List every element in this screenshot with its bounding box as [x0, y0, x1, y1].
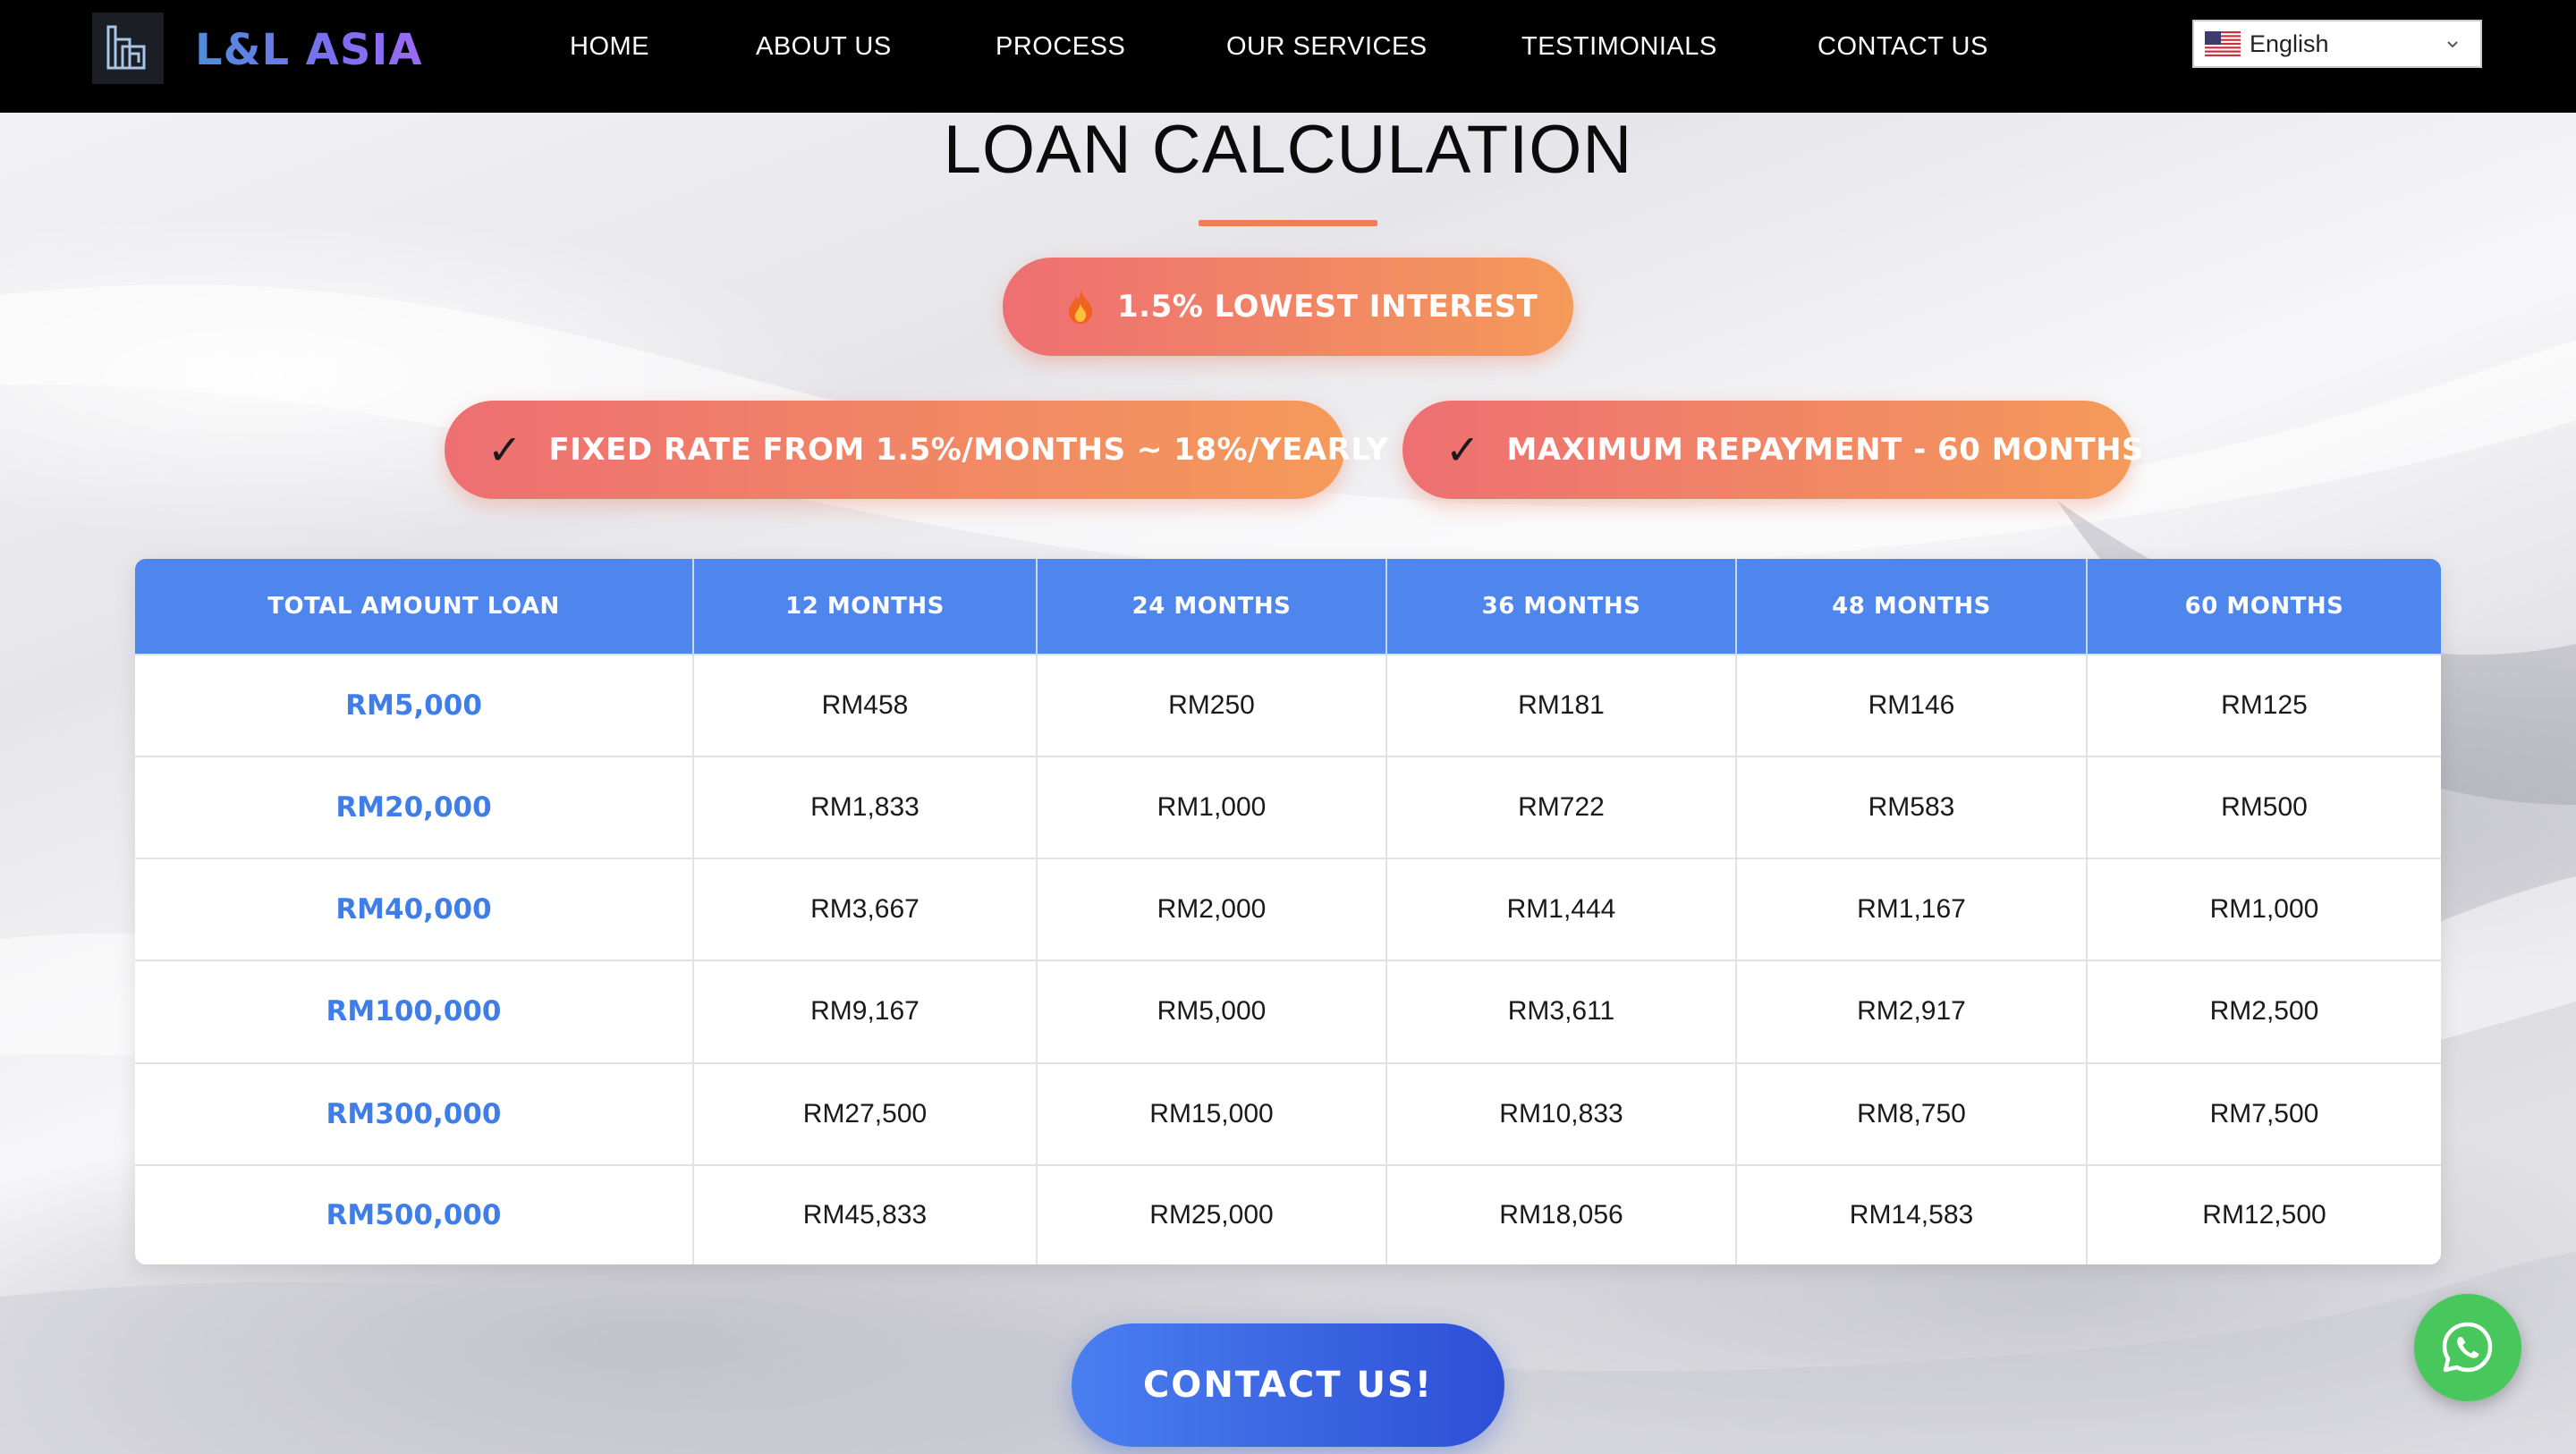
nav-home[interactable]: HOME: [570, 32, 649, 62]
nav-process[interactable]: PROCESS: [996, 32, 1125, 62]
language-select[interactable]: English: [2192, 20, 2482, 68]
table-cell: RM181: [1386, 653, 1737, 757]
lowest-interest-label: 1.5% LOWEST INTEREST: [1117, 289, 1538, 325]
table-cell: RM2,917: [1736, 959, 2088, 1063]
chevron-down-icon: [2445, 36, 2461, 55]
title-divider: [1199, 220, 1377, 226]
header-total-amount: TOTAL AMOUNT LOAN: [135, 559, 694, 655]
loan-amount-cell: RM40,000: [135, 858, 694, 961]
table-cell: RM14,583: [1736, 1163, 2088, 1264]
table-row: RM5,000 RM458 RM250 RM181 RM146 RM125: [135, 653, 2441, 757]
max-repayment-badge: ✓ MAXIMUM REPAYMENT - 60 MONTHS: [1402, 401, 2144, 499]
check-icon: ✓: [487, 426, 522, 474]
nav-contact-us[interactable]: CONTACT US: [1818, 32, 1988, 62]
table-cell: RM45,833: [693, 1163, 1038, 1264]
loan-amount-cell: RM300,000: [135, 1061, 694, 1165]
table-cell: RM1,444: [1386, 858, 1737, 961]
loan-amount-cell: RM5,000: [135, 653, 694, 757]
page-title: LOAN CALCULATION: [943, 112, 1633, 188]
language-selected: English: [2250, 30, 2329, 57]
loan-amount-cell: RM100,000: [135, 959, 694, 1063]
table-cell: RM27,500: [693, 1061, 1038, 1165]
loan-amount-cell: RM500,000: [135, 1163, 694, 1264]
loan-table: TOTAL AMOUNT LOAN 12 MONTHS 24 MONTHS 36…: [135, 559, 2441, 1264]
table-cell: RM2,000: [1037, 858, 1387, 961]
lowest-interest-badge: 1.5% LOWEST INTEREST: [1003, 258, 1573, 356]
nav-about-us[interactable]: ABOUT US: [756, 32, 892, 62]
header-24-months: 24 MONTHS: [1037, 559, 1387, 655]
table-cell: RM25,000: [1037, 1163, 1387, 1264]
table-cell: RM250: [1037, 653, 1387, 757]
table-cell: RM500: [2087, 756, 2441, 859]
table-cell: RM18,056: [1386, 1163, 1737, 1264]
whatsapp-button[interactable]: [2414, 1294, 2521, 1401]
table-cell: RM3,667: [693, 858, 1038, 961]
table-cell: RM15,000: [1037, 1061, 1387, 1165]
nav-testimonials[interactable]: TESTIMONIALS: [1521, 32, 1717, 62]
contact-us-button[interactable]: CONTACT US!: [1072, 1323, 1504, 1447]
table-cell: RM8,750: [1736, 1061, 2088, 1165]
table-cell: RM1,833: [693, 756, 1038, 859]
table-header-row: TOTAL AMOUNT LOAN 12 MONTHS 24 MONTHS 36…: [135, 559, 2441, 655]
header-12-months: 12 MONTHS: [693, 559, 1038, 655]
table-cell: RM583: [1736, 756, 2088, 859]
brand-name[interactable]: L&L ASIA: [195, 25, 422, 75]
table-cell: RM10,833: [1386, 1061, 1737, 1165]
table-cell: RM458: [693, 653, 1038, 757]
loan-amount-cell: RM20,000: [135, 756, 694, 859]
fixed-rate-badge: ✓ FIXED RATE FROM 1.5%/MONTHS ~ 18%/YEAR…: [445, 401, 1388, 499]
us-flag-icon: [2205, 31, 2241, 56]
header-48-months: 48 MONTHS: [1736, 559, 2088, 655]
table-cell: RM3,611: [1386, 959, 1737, 1063]
table-cell: RM12,500: [2087, 1163, 2441, 1264]
table-cell: RM2,500: [2087, 959, 2441, 1063]
fixed-rate-label: FIXED RATE FROM 1.5%/MONTHS ~ 18%/YEARLY: [548, 432, 1389, 468]
table-cell: RM1,167: [1736, 858, 2088, 961]
table-row: RM20,000 RM1,833 RM1,000 RM722 RM583 RM5…: [135, 756, 2441, 859]
whatsapp-icon: [2442, 1322, 2493, 1373]
table-row: RM40,000 RM3,667 RM2,000 RM1,444 RM1,167…: [135, 858, 2441, 961]
brand-logo-icon[interactable]: [92, 13, 164, 84]
table-row: RM500,000 RM45,833 RM25,000 RM18,056 RM1…: [135, 1163, 2441, 1264]
table-cell: RM125: [2087, 653, 2441, 757]
header-36-months: 36 MONTHS: [1386, 559, 1737, 655]
table-cell: RM1,000: [1037, 756, 1387, 859]
table-cell: RM1,000: [2087, 858, 2441, 961]
table-row: RM100,000 RM9,167 RM5,000 RM3,611 RM2,91…: [135, 959, 2441, 1063]
max-repayment-label: MAXIMUM REPAYMENT - 60 MONTHS: [1506, 432, 2145, 468]
header-60-months: 60 MONTHS: [2087, 559, 2441, 655]
table-cell: RM722: [1386, 756, 1737, 859]
navbar: L&L ASIA HOME ABOUT US PROCESS OUR SERVI…: [0, 0, 2576, 113]
table-cell: RM7,500: [2087, 1061, 2441, 1165]
check-icon: ✓: [1445, 426, 1480, 474]
nav-our-services[interactable]: OUR SERVICES: [1226, 32, 1428, 62]
table-row: RM300,000 RM27,500 RM15,000 RM10,833 RM8…: [135, 1061, 2441, 1165]
fire-icon: [1065, 288, 1096, 325]
table-cell: RM9,167: [693, 959, 1038, 1063]
table-cell: RM146: [1736, 653, 2088, 757]
table-cell: RM5,000: [1037, 959, 1387, 1063]
